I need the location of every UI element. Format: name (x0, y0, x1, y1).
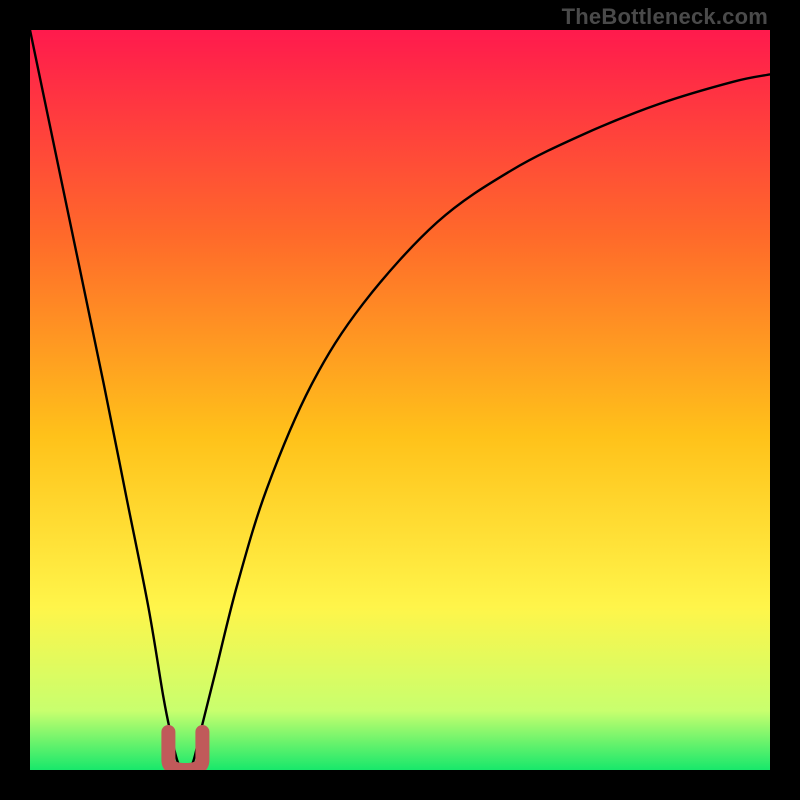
chart-frame: TheBottleneck.com (0, 0, 800, 800)
bottleneck-curve-path (30, 30, 770, 770)
plot-area (30, 30, 770, 770)
dip-marker-path (168, 732, 202, 770)
curve-layer (30, 30, 770, 770)
watermark-label: TheBottleneck.com (562, 4, 768, 30)
